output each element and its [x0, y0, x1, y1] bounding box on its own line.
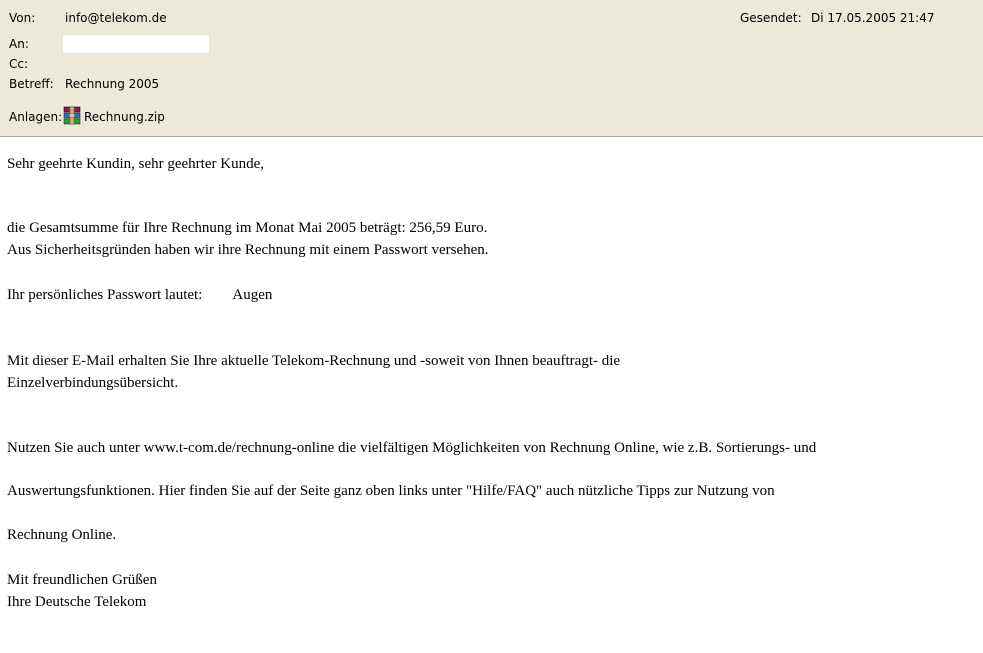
to-field[interactable] — [63, 35, 209, 53]
signature-text: Ihre Deutsche Telekom — [7, 594, 147, 610]
subject-value: Rechnung 2005 — [65, 77, 160, 91]
subject-label: Betreff: — [9, 77, 54, 91]
body-line: Mit dieser E-Mail erhalten Sie Ihre aktu… — [7, 353, 621, 369]
to-label: An: — [9, 37, 29, 51]
password-line: Ihr persönliches Passwort lautet: Augen — [7, 284, 272, 306]
attachment-link[interactable]: Rechnung.zip — [84, 110, 165, 124]
body-line: Einzelverbindungsübersicht. — [7, 375, 179, 391]
greeting-text: Sehr geehrte Kundin, sehr geehrter Kunde… — [7, 156, 264, 172]
body-line: Auswertungsfunktionen. Hier finden Sie a… — [7, 483, 775, 499]
password-label: Ihr persönliches Passwort lautet: — [7, 287, 203, 303]
winrar-archive-icon[interactable] — [62, 106, 82, 126]
password-value: Augen — [232, 287, 273, 303]
body-line: Aus Sicherheitsgründen haben wir ihre Re… — [7, 242, 489, 258]
from-value[interactable]: info@telekom.de — [65, 11, 167, 25]
cc-label: Cc: — [9, 57, 29, 71]
from-label: Von: — [9, 11, 36, 25]
body-line: Nutzen Sie auch unter www.t-com.de/rechn… — [7, 440, 817, 456]
body-line: die Gesamtsumme für Ihre Rechnung im Mon… — [7, 220, 488, 236]
attachments-label: Anlagen: — [9, 110, 63, 124]
sent-value: Di 17.05.2005 21:47 — [811, 11, 935, 25]
closing-text: Mit freundlichen Grüßen — [7, 572, 157, 588]
body-line: Rechnung Online. — [7, 527, 117, 543]
sent-label: Gesendet: — [740, 11, 802, 25]
message-header: Von: info@telekom.de Gesendet: Di 17.05.… — [0, 0, 983, 137]
